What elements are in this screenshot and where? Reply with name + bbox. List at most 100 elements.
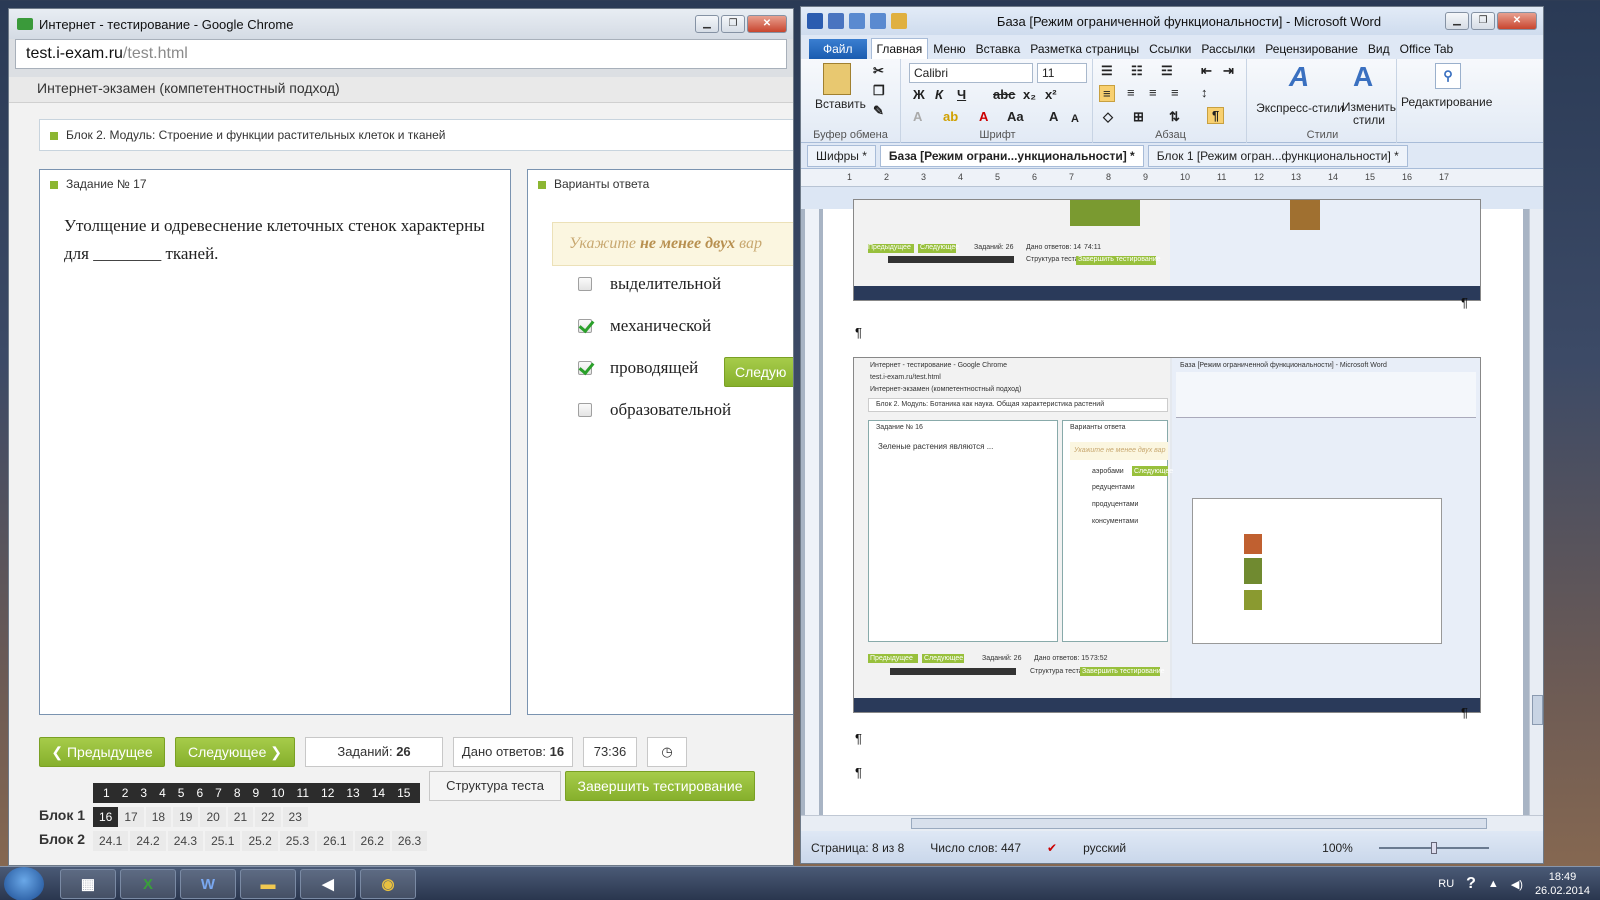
- address-bar[interactable]: test.i-exam.ru/test.html: [15, 39, 787, 69]
- option-checkbox[interactable]: [578, 319, 592, 333]
- question-number[interactable]: 24.1: [93, 831, 129, 851]
- tab-insert[interactable]: Вставка: [971, 39, 1026, 59]
- chrome-icon[interactable]: ◉: [360, 869, 416, 899]
- underline-icon[interactable]: Ч: [957, 87, 966, 102]
- word-icon[interactable]: W: [180, 869, 236, 899]
- question-number[interactable]: 22: [255, 807, 281, 827]
- numbering-icon[interactable]: ☷: [1131, 63, 1143, 79]
- question-number[interactable]: 25.2: [242, 831, 278, 851]
- open-folder-icon[interactable]: [891, 13, 907, 29]
- embedded-screenshot[interactable]: Интернет - тестирование - Google Chrome …: [853, 357, 1481, 713]
- line-spacing-icon[interactable]: ↕: [1201, 85, 1208, 100]
- change-styles-icon[interactable]: A: [1353, 61, 1373, 93]
- superscript-icon[interactable]: x²: [1045, 87, 1057, 102]
- previous-button[interactable]: ❮ Предыдущее: [39, 737, 165, 767]
- answer-option[interactable]: выделительной: [578, 274, 721, 294]
- question-number[interactable]: 24.3: [167, 831, 204, 851]
- answer-option[interactable]: проводящей: [578, 358, 698, 378]
- option-checkbox[interactable]: [578, 277, 592, 291]
- increase-indent-icon[interactable]: ⇥: [1223, 63, 1234, 79]
- sort-icon[interactable]: ⇅: [1169, 109, 1180, 125]
- question-number[interactable]: 2: [115, 783, 135, 803]
- undo-icon[interactable]: [849, 13, 865, 29]
- question-number[interactable]: 1: [97, 783, 116, 803]
- horizontal-scrollbar[interactable]: [801, 815, 1543, 831]
- tab-view[interactable]: Вид: [1363, 39, 1395, 59]
- redo-icon[interactable]: [870, 13, 886, 29]
- bold-icon[interactable]: Ж: [913, 87, 925, 102]
- justify-icon[interactable]: ≡: [1171, 85, 1179, 100]
- align-right-icon[interactable]: ≡: [1149, 85, 1157, 100]
- tab-references[interactable]: Ссылки: [1144, 39, 1196, 59]
- font-color-icon[interactable]: A: [979, 109, 988, 124]
- change-styles-button[interactable]: Изменить стили: [1341, 101, 1397, 127]
- tab-menu[interactable]: Меню: [928, 39, 970, 59]
- file-tab[interactable]: Файл: [809, 39, 867, 59]
- express-styles-icon[interactable]: A: [1289, 61, 1309, 93]
- option-checkbox[interactable]: [578, 403, 592, 417]
- paste-button[interactable]: Вставить: [815, 97, 866, 111]
- zoom-level[interactable]: 100%: [1322, 841, 1353, 855]
- show-marks-icon[interactable]: ¶: [1207, 107, 1225, 124]
- strikethrough-icon[interactable]: abc: [993, 87, 1015, 102]
- question-number[interactable]: 25.3: [279, 831, 316, 851]
- question-number[interactable]: 7: [209, 783, 228, 803]
- align-left-icon[interactable]: ≡: [1099, 85, 1115, 102]
- question-number[interactable]: 18: [145, 807, 172, 827]
- minimize-button[interactable]: ▁: [695, 15, 719, 33]
- shading-icon[interactable]: ◇: [1103, 109, 1113, 125]
- close-button[interactable]: ✕: [1497, 12, 1537, 30]
- scroll-thumb[interactable]: [911, 818, 1487, 829]
- question-number[interactable]: 11: [290, 783, 316, 803]
- maximize-button[interactable]: ❐: [1471, 12, 1495, 30]
- font-name-select[interactable]: Calibri: [909, 63, 1033, 83]
- doc-tab[interactable]: Шифры *: [807, 144, 876, 167]
- page-counter[interactable]: Страница: 8 из 8: [811, 841, 904, 855]
- maximize-button[interactable]: ❐: [721, 15, 745, 33]
- copy-icon[interactable]: ❐: [873, 83, 885, 99]
- doc-tab-active[interactable]: База [Режим ограни...ункциональности] *: [879, 144, 1144, 167]
- format-painter-icon[interactable]: ✎: [873, 103, 884, 119]
- calculator-icon[interactable]: ▦: [60, 869, 116, 899]
- grow-font-icon[interactable]: A: [1049, 109, 1058, 124]
- question-number[interactable]: 5: [171, 783, 191, 803]
- spellcheck-icon[interactable]: ✔: [1047, 841, 1057, 855]
- question-number[interactable]: 19: [173, 807, 199, 827]
- editing-button[interactable]: Редактирование: [1401, 95, 1492, 109]
- binoculars-icon[interactable]: ⚲: [1435, 63, 1461, 89]
- borders-icon[interactable]: ⊞: [1133, 109, 1144, 125]
- scroll-thumb[interactable]: [1532, 695, 1543, 725]
- language-indicator[interactable]: русский: [1083, 841, 1126, 855]
- tab-review[interactable]: Рецензирование: [1260, 39, 1363, 59]
- align-center-icon[interactable]: ≡: [1127, 85, 1135, 100]
- zoom-slider[interactable]: [1378, 842, 1489, 854]
- clock-icon[interactable]: ◷: [647, 737, 687, 767]
- tab-office-tab[interactable]: Office Tab: [1395, 39, 1459, 59]
- answer-option[interactable]: механической: [578, 316, 711, 336]
- explorer-icon[interactable]: ▬: [240, 869, 296, 899]
- change-case-icon[interactable]: Aa: [1007, 109, 1024, 124]
- next-button[interactable]: Следующее ❯: [175, 737, 295, 767]
- paste-icon[interactable]: [823, 63, 851, 95]
- question-number[interactable]: 26.3: [391, 831, 428, 851]
- italic-icon[interactable]: К: [935, 87, 943, 102]
- question-number[interactable]: 15: [391, 783, 417, 803]
- decrease-indent-icon[interactable]: ⇤: [1201, 63, 1212, 79]
- question-number[interactable]: 4: [153, 783, 172, 803]
- question-number[interactable]: 10: [265, 783, 291, 803]
- question-number[interactable]: 23: [282, 807, 308, 827]
- excel-icon[interactable]: X: [120, 869, 176, 899]
- volume-icon[interactable]: ◀): [1511, 878, 1523, 891]
- question-number[interactable]: 25.1: [205, 831, 241, 851]
- horizontal-ruler[interactable]: 1 2 3 4 5 6 7 8 9 10 11 12 13 14 15 16 17: [801, 169, 1543, 187]
- font-size-select[interactable]: 11: [1037, 63, 1087, 83]
- word-counter[interactable]: Число слов: 447: [930, 841, 1021, 855]
- question-number[interactable]: 6: [190, 783, 210, 803]
- cut-icon[interactable]: ✂: [873, 63, 884, 79]
- language-indicator[interactable]: RU: [1438, 878, 1454, 890]
- answer-option[interactable]: образовательной: [578, 400, 731, 420]
- close-button[interactable]: ✕: [747, 15, 787, 33]
- question-number[interactable]: 26.1: [317, 831, 353, 851]
- finish-button[interactable]: Завершить тестирование: [565, 771, 755, 801]
- question-number[interactable]: 20: [200, 807, 226, 827]
